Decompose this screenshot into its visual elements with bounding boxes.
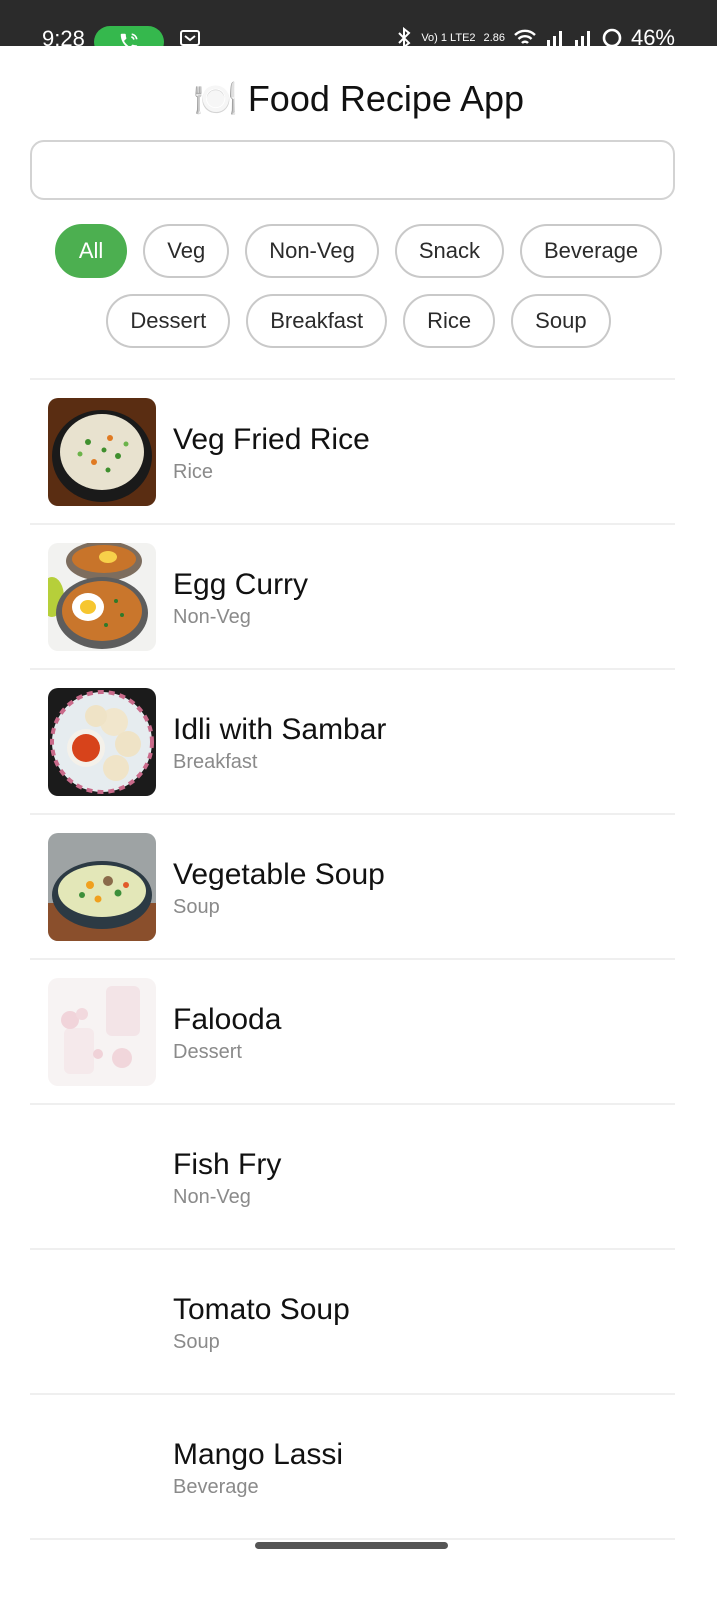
recipe-item-mango-lassi[interactable]: Mango Lassi Beverage — [30, 1395, 675, 1540]
filter-chip-dessert[interactable]: Dessert — [106, 294, 231, 348]
recipe-name: Falooda — [173, 1003, 282, 1036]
recipe-name: Fish Fry — [173, 1148, 282, 1181]
recipe-item-idli-with-sambar[interactable]: Idli with Sambar Breakfast — [30, 670, 675, 815]
filter-chip-veg[interactable]: Veg — [143, 224, 230, 278]
page-title-text: Food Recipe App — [247, 78, 524, 119]
recipe-item-tomato-soup[interactable]: Tomato Soup Soup — [30, 1250, 675, 1395]
idli-sambar-photo — [48, 688, 156, 796]
page-title: 🍽️ Food Recipe App — [0, 76, 717, 122]
plate-icon: 🍽️ — [192, 78, 238, 119]
recipe-name: Mango Lassi — [173, 1438, 344, 1471]
recipe-category: Soup — [173, 1331, 220, 1353]
recipe-category: Breakfast — [173, 751, 258, 773]
recipe-name: Vegetable Soup — [173, 858, 385, 891]
filter-chip-beverage[interactable]: Beverage — [519, 224, 663, 278]
network-label: Vo) 1 LTE2 — [421, 31, 476, 44]
network-speed: 2.86 — [483, 31, 505, 44]
recipe-item-vegetable-soup[interactable]: Vegetable Soup Soup — [30, 815, 675, 960]
recipe-category: Rice — [173, 461, 214, 483]
notification-icon — [180, 30, 200, 46]
falooda-photo — [48, 978, 156, 1086]
status-bar: 9:28 Vo) 1 LTE2 2.86 46% — [0, 0, 717, 58]
vegetable-soup-photo — [48, 833, 156, 941]
fried-rice-photo — [48, 398, 156, 506]
egg-curry-photo — [48, 543, 156, 651]
recipe-category: Beverage — [173, 1476, 259, 1498]
recipe-image-placeholder — [48, 1123, 156, 1231]
recipe-name: Egg Curry — [173, 568, 309, 601]
recipe-category: Non-Veg — [173, 606, 251, 628]
filter-row-2: Dessert Breakfast Rice Soup — [0, 294, 717, 348]
recipe-image-placeholder — [48, 1268, 156, 1376]
recipe-item-falooda[interactable]: Falooda Dessert — [30, 960, 675, 1105]
filter-chip-snack[interactable]: Snack — [394, 224, 504, 278]
recipe-app-screen: 🍽️ Food Recipe App All Veg Non-Veg Snack … — [0, 46, 717, 1600]
recipe-name: Tomato Soup — [173, 1293, 350, 1326]
wifi-icon — [514, 29, 536, 44]
filter-chip-breakfast[interactable]: Breakfast — [246, 294, 388, 348]
recipe-name: Veg Fried Rice — [173, 423, 370, 456]
recipe-list: Veg Fried Rice Rice Egg Curry Non-Veg Id… — [30, 378, 675, 1540]
recipe-name: Idli with Sambar — [173, 713, 387, 746]
recipe-item-veg-fried-rice[interactable]: Veg Fried Rice Rice — [30, 380, 675, 525]
recipe-image-placeholder — [48, 1413, 156, 1521]
home-indicator[interactable] — [255, 1542, 448, 1549]
signal-icon — [546, 31, 562, 47]
recipe-category: Dessert — [173, 1041, 242, 1063]
recipe-item-egg-curry[interactable]: Egg Curry Non-Veg — [30, 525, 675, 670]
filter-chip-rice[interactable]: Rice — [403, 294, 496, 348]
recipe-category: Non-Veg — [173, 1186, 251, 1208]
recipe-category: Soup — [173, 896, 220, 918]
search-input[interactable] — [30, 140, 675, 200]
filter-chip-all[interactable]: All — [54, 224, 128, 278]
signal-icon-secondary — [574, 31, 590, 47]
filter-chip-non-veg[interactable]: Non-Veg — [245, 224, 379, 278]
filter-chip-soup[interactable]: Soup — [511, 294, 611, 348]
recipe-item-fish-fry[interactable]: Fish Fry Non-Veg — [30, 1105, 675, 1250]
filter-row-1: All Veg Non-Veg Snack Beverage — [0, 224, 717, 278]
